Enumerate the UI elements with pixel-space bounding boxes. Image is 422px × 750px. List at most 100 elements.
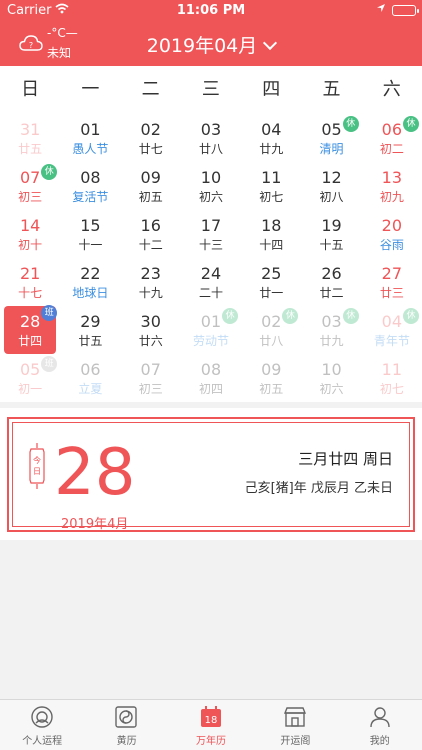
calendar-day-cell[interactable]: 20 谷雨: [362, 210, 422, 258]
tab-bar: 个人运程 黄历 18 万年历 开运阁 我的: [0, 699, 422, 750]
lunar-day-label: 初七: [259, 190, 284, 204]
today-tag-icon: 今 日: [29, 443, 45, 489]
day-number: 31: [19, 120, 41, 139]
calendar-day-cell[interactable]: 07 初三休: [0, 162, 60, 210]
lunar-day-label: 初九: [379, 190, 404, 204]
lunar-date-label: 三月廿四 周日: [298, 450, 393, 468]
day-number: 12: [321, 168, 342, 187]
holiday-badge: 休: [402, 116, 419, 132]
calendar-day-cell[interactable]: 27 廿三: [362, 258, 422, 306]
lunar-day-label: 初八: [319, 190, 344, 204]
festival-label: 复活节: [72, 190, 109, 204]
day-number: 22: [80, 264, 101, 283]
festival-label: 劳动节: [192, 334, 229, 348]
day-number: 02: [140, 120, 161, 139]
lunar-day-label: 廿九: [319, 334, 344, 348]
calendar-day-cell[interactable]: 19 十五: [301, 210, 361, 258]
lunar-day-label: 廿二: [319, 286, 344, 300]
calendar-day-cell[interactable]: 04 青年节休: [362, 306, 422, 354]
day-number: 21: [19, 264, 41, 283]
calendar-day-cell[interactable]: 08 初四: [181, 354, 241, 402]
lunar-day-label: 廿三: [379, 286, 404, 300]
calendar-day-cell[interactable]: 06 立夏: [60, 354, 120, 402]
day-number: 08: [80, 168, 101, 187]
calendar-day-cell[interactable]: 01 愚人节: [60, 114, 120, 162]
weekday-label: 四: [262, 79, 281, 100]
day-number: 04: [261, 120, 282, 139]
festival-label: 青年节: [373, 334, 410, 348]
lunar-day-label: 廿七: [138, 142, 163, 156]
calendar-day-cell[interactable]: 11 初七: [241, 162, 301, 210]
day-number: 19: [321, 216, 342, 235]
lunar-day-label: 十五: [319, 238, 344, 252]
calendar-day-cell[interactable]: 07 初三: [121, 354, 181, 402]
calendar-day-cell[interactable]: 18 十四: [241, 210, 301, 258]
day-number: 18: [261, 216, 282, 235]
calendar-day-cell[interactable]: 10 初六: [181, 162, 241, 210]
day-number: 09: [261, 360, 282, 379]
day-detail-card[interactable]: 今 日 28 2019年4月 三月廿四 周日 己亥[猪]年 戊辰月 乙未日: [0, 408, 422, 540]
festival-label: 愚人节: [72, 142, 109, 156]
day-number: 27: [381, 264, 403, 283]
lunar-day-label: 廿四: [18, 334, 43, 348]
tab-profile[interactable]: 我的: [338, 700, 422, 750]
day-number: 14: [19, 216, 41, 235]
calendar-day-cell[interactable]: 02 廿八休: [241, 306, 301, 354]
calendar-day-cell[interactable]: 11 初七: [362, 354, 422, 402]
calendar-day-cell[interactable]: 13 初九: [362, 162, 422, 210]
calendar-day-cell[interactable]: 31 廿五: [0, 114, 60, 162]
tab-personal-fortune[interactable]: 个人运程: [0, 700, 84, 750]
calendar-day-cell[interactable]: 01 劳动节休: [181, 306, 241, 354]
calendar-day-cell[interactable]: 05 初一班: [0, 354, 60, 402]
calendar-day-cell[interactable]: 29 廿五: [60, 306, 120, 354]
header-bar: Carrier 11:06 PM ? -°C— 未知 2019年04月: [0, 0, 422, 66]
calendar-day-cell[interactable]: 12 初八: [301, 162, 361, 210]
day-number: 13: [381, 168, 403, 187]
calendar-day-cell[interactable]: 14 初十: [0, 210, 60, 258]
calendar-day-cell[interactable]: 28 廿四班: [4, 305, 58, 354]
day-number: 11: [261, 168, 282, 187]
calendar-day-cell[interactable]: 04 廿九: [241, 114, 301, 162]
calendar-day-cell[interactable]: 26 廿二: [301, 258, 361, 306]
calendar-day-cell[interactable]: 03 廿八: [181, 114, 241, 162]
month-selector[interactable]: 2019年04月: [0, 31, 422, 58]
svg-text:日: 日: [33, 467, 41, 476]
lunar-day-label: 廿九: [259, 142, 284, 156]
calendar-day-cell[interactable]: 02 廿七: [121, 114, 181, 162]
calendar-day-cell[interactable]: 16 十二: [121, 210, 181, 258]
lunar-day-label: 十九: [138, 286, 163, 300]
calendar-day-cell[interactable]: 15 十一: [60, 210, 120, 258]
calendar-day-cell[interactable]: 22 地球日: [60, 258, 120, 306]
weekday-label: 二: [141, 79, 160, 100]
chevron-down-icon: [263, 35, 278, 51]
calendar-day-cell[interactable]: 10 初六: [301, 354, 361, 402]
tab-almanac[interactable]: 黄历: [84, 700, 168, 750]
calendar-icon: 18: [200, 706, 221, 727]
calendar-day-cell[interactable]: 23 十九: [121, 258, 181, 306]
calendar-day-cell[interactable]: 03 廿九休: [301, 306, 361, 354]
calendar-day-cell[interactable]: 25 廿一: [241, 258, 301, 306]
lunar-day-label: 初三: [138, 382, 163, 396]
weekday-label: 三: [201, 79, 220, 100]
calendar-day-cell[interactable]: 21 十七: [0, 258, 60, 306]
lunar-day-label: 初二: [379, 142, 404, 156]
calendar-day-cell[interactable]: 05 清明休: [301, 114, 361, 162]
calendar-grid: 31 廿五 01 愚人节 02 廿七 03 廿八 04 廿九 05 清明休 06 初二休 07 初三休 08 复活…: [0, 114, 422, 402]
day-number: 15: [80, 216, 101, 235]
lunar-day-label: 二十: [198, 286, 223, 300]
calendar-day-cell[interactable]: 24 二十: [181, 258, 241, 306]
calendar-day-cell[interactable]: 17 十三: [181, 210, 241, 258]
calendar-day-cell[interactable]: 08 复活节: [60, 162, 120, 210]
day-number: 01: [80, 120, 101, 139]
calendar-day-cell[interactable]: 09 初五: [241, 354, 301, 402]
calendar-day-cell[interactable]: 30 廿六: [121, 306, 181, 354]
weekday-header: 日 一 二 三 四 五 六: [0, 66, 422, 114]
location-arrow-icon: [376, 3, 386, 16]
tab-lucky-shop[interactable]: 开运阁: [253, 700, 337, 750]
lunar-day-label: 初六: [198, 190, 223, 204]
tab-perpetual-calendar[interactable]: 18 万年历: [169, 700, 253, 750]
lunar-day-label: 初六: [319, 382, 344, 396]
calendar-day-cell[interactable]: 09 初五: [121, 162, 181, 210]
calendar-day-cell[interactable]: 06 初二休: [362, 114, 422, 162]
lunar-day-label: 十三: [198, 238, 223, 252]
